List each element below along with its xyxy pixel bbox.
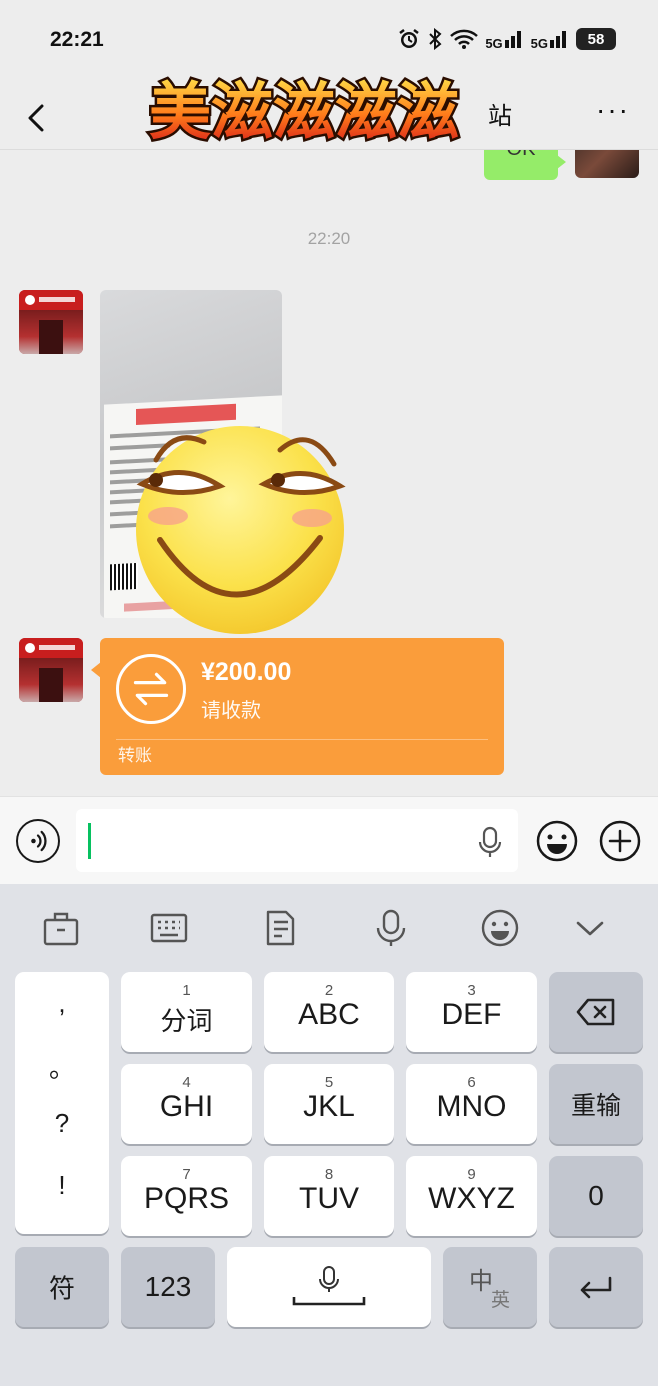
key-label: GHI xyxy=(159,1090,214,1123)
signal-icon: 5G xyxy=(485,28,524,51)
key-label: 中 xyxy=(469,1268,493,1295)
punct-period[interactable]: 。 xyxy=(15,1048,109,1085)
emoji-keyboard-icon[interactable] xyxy=(480,908,520,948)
signal-label: 5G xyxy=(485,35,503,51)
language-toggle-key[interactable]: 中 英 xyxy=(443,1247,537,1327)
collapse-keyboard-icon[interactable] xyxy=(570,908,610,948)
divider xyxy=(116,739,488,740)
key-number: 7 xyxy=(182,1166,191,1183)
key-2[interactable]: 2 ABC xyxy=(264,972,394,1052)
retype-key[interactable]: 重输 xyxy=(549,1064,643,1144)
symbols-key[interactable]: 符 xyxy=(15,1247,109,1327)
space-mic-icon xyxy=(292,1266,366,1306)
time-divider: 22:20 xyxy=(307,229,351,248)
punct-comma[interactable]: , xyxy=(15,988,109,1019)
key-5[interactable]: 5 JKL xyxy=(264,1064,394,1144)
voice-mode-icon[interactable] xyxy=(16,819,60,863)
backspace-key[interactable] xyxy=(549,972,643,1052)
key-0[interactable]: 0 xyxy=(549,1156,643,1236)
wifi-icon xyxy=(450,29,479,49)
key-8[interactable]: 8 TUV xyxy=(264,1156,394,1236)
key-label: 重输 xyxy=(570,1092,621,1120)
key-number: 2 xyxy=(324,982,334,999)
signal-icon: 5G xyxy=(531,28,570,51)
message-bubble-self[interactable]: OK xyxy=(484,150,558,180)
key-3[interactable]: 3 DEF xyxy=(406,972,537,1052)
transfer-amount: ¥200.00 xyxy=(201,658,292,686)
signal-label: 5G xyxy=(530,35,548,51)
key-label: 分词 xyxy=(160,1006,213,1036)
key-4[interactable]: 4 GHI xyxy=(121,1064,252,1144)
key-number: 3 xyxy=(467,982,476,999)
key-label: 123 xyxy=(144,1271,192,1302)
space-key[interactable] xyxy=(227,1247,431,1327)
key-6[interactable]: 6 MNO xyxy=(406,1064,537,1144)
emoji-icon[interactable] xyxy=(535,819,579,863)
transfer-label: 转账 xyxy=(118,746,152,765)
key-9[interactable]: 9 WXYZ xyxy=(406,1156,537,1236)
key-number: 4 xyxy=(182,1074,191,1091)
chat-area[interactable]: OK 22:20 xyxy=(0,150,658,796)
punctuation-key-panel[interactable]: , 。 ? ! xyxy=(15,972,109,1234)
numbers-key[interactable]: 123 xyxy=(121,1247,215,1327)
smirk-emoji-sticker xyxy=(136,426,346,634)
key-label: PQRS xyxy=(143,1182,230,1215)
sticker-banner: 美滋滋滋滋 xyxy=(146,73,461,151)
transfer-arrows-icon xyxy=(116,654,186,724)
more-button[interactable]: ··· xyxy=(596,94,630,126)
sticker-text: 美滋滋滋滋 xyxy=(149,75,459,148)
back-icon[interactable] xyxy=(20,94,60,140)
text-caret xyxy=(88,823,91,859)
key-sublabel: 英 xyxy=(491,1290,511,1311)
key-label: WXYZ xyxy=(428,1182,515,1215)
key-1[interactable]: 1 分词 xyxy=(121,972,252,1052)
keyboard-toolbar xyxy=(0,884,658,972)
toolbox-icon[interactable] xyxy=(41,908,81,948)
keyboard: , 。 ? ! 1 分词 2 ABC 3 DEF 4 GHI 5 JKL 6 M… xyxy=(0,884,658,1386)
clipboard-icon[interactable] xyxy=(260,908,300,948)
input-bar xyxy=(0,796,658,884)
key-label: 0 xyxy=(588,1180,604,1211)
key-number: 5 xyxy=(324,1074,334,1091)
transfer-status: 请收款 xyxy=(201,700,261,722)
key-number: 1 xyxy=(182,982,191,999)
key-number: 8 xyxy=(324,1166,334,1183)
key-label: JKL xyxy=(303,1090,355,1123)
transfer-card[interactable]: ¥200.00 请收款 转账 xyxy=(100,638,504,775)
bluetooth-icon xyxy=(429,28,442,50)
plus-icon[interactable] xyxy=(598,819,642,863)
key-number: 6 xyxy=(467,1074,476,1091)
keyboard-icon[interactable] xyxy=(149,908,189,948)
punct-question[interactable]: ? xyxy=(15,1108,109,1139)
status-time: 22:21 xyxy=(50,28,104,51)
status-icons: 5G 5G 58 xyxy=(397,27,616,51)
enter-key[interactable] xyxy=(549,1247,643,1327)
battery-icon: 58 xyxy=(576,28,616,50)
alarm-icon xyxy=(399,29,420,48)
backspace-icon xyxy=(576,998,615,1026)
avatar-contact[interactable] xyxy=(19,290,83,354)
mic-icon[interactable] xyxy=(478,825,502,859)
bubble-tail xyxy=(557,155,566,169)
key-number: 9 xyxy=(467,1166,476,1183)
avatar-self[interactable] xyxy=(575,150,639,178)
enter-icon xyxy=(580,1276,612,1299)
key-label: ABC xyxy=(298,998,360,1031)
key-7[interactable]: 7 PQRS xyxy=(121,1156,252,1236)
key-label: DEF xyxy=(441,998,502,1031)
key-label: TUV xyxy=(299,1182,359,1215)
avatar-contact[interactable] xyxy=(19,638,83,702)
voice-input-icon[interactable] xyxy=(371,908,411,948)
key-label: 符 xyxy=(48,1273,75,1304)
key-label: MNO xyxy=(436,1090,507,1123)
punct-exclaim[interactable]: ! xyxy=(15,1170,109,1201)
message-input[interactable] xyxy=(76,809,518,872)
